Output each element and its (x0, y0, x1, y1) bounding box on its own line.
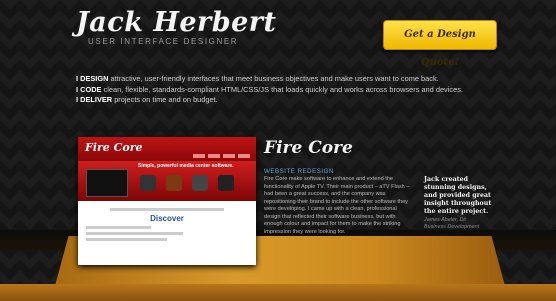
site-logo[interactable]: Jack Herbert (76, 8, 276, 38)
apple-tv-icon (218, 175, 234, 191)
tv-image (86, 169, 128, 197)
attribution-role: Business Development (424, 224, 480, 230)
screenshot-body: Discover (78, 201, 256, 248)
screenshot-brand: Fire Core (85, 141, 143, 154)
intro-verb: I DELIVER (76, 95, 113, 104)
intro-text: clean, flexible, standards-compliant HTM… (101, 84, 463, 94)
project-subtitle: WEBSITE REDESIGN (264, 168, 334, 175)
intro-text: attractive, user-friendly interfaces tha… (108, 74, 439, 83)
testimonial-quote: Jack created stunning designs, and provi… (424, 176, 492, 215)
intro-statements: I DESIGN attractive, user-friendly inter… (76, 74, 496, 106)
get-quote-button[interactable]: Get a Design Quote! (383, 20, 497, 68)
screenshot-banner-text: Simple, powerful media center software. (138, 163, 234, 169)
intro-verb: I CODE (76, 84, 102, 94)
product-box-icon (192, 175, 208, 191)
intro-verb: I DESIGN (76, 74, 109, 83)
intro-line-code: I CODE clean, flexible, standards-compli… (76, 85, 496, 96)
project-description: Fire Core make software to enhance and e… (264, 176, 410, 235)
screenshot-banner: Simple, powerful media center software. (78, 161, 256, 201)
project-title: Fire Core (264, 138, 353, 158)
intro-line-deliver: I DELIVER projects on time and on budget… (76, 95, 496, 106)
testimonial-attribution: James Abeler, Dir Business Development (424, 217, 499, 231)
product-box-icon (166, 175, 182, 191)
screenshot-header: Fire Core (78, 137, 256, 161)
intro-text: projects on time and on budget. (112, 95, 218, 104)
screenshot-cta: Discover (150, 214, 184, 223)
shelf-front-edge (0, 284, 556, 301)
product-box-icon (140, 175, 156, 191)
project-screenshot[interactable]: Fire Core Simple, powerful media center … (78, 137, 256, 265)
intro-line-design: I DESIGN attractive, user-friendly inter… (76, 74, 496, 85)
site-tagline: USER INTERFACE DESIGNER (88, 37, 239, 46)
attribution-name: James Abeler, Dir (424, 217, 467, 223)
